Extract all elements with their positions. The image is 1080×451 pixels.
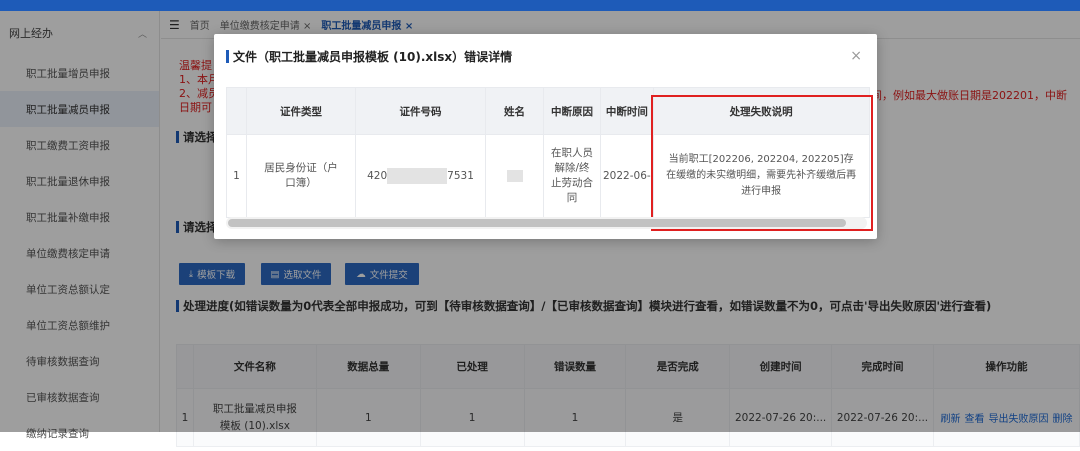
top-bar xyxy=(0,0,1080,11)
table-header xyxy=(226,87,247,135)
table-header: 中断原因 xyxy=(543,87,601,135)
horizontal-scrollbar[interactable] xyxy=(226,217,867,229)
error-detail-modal: 文件（职工批量减员申报模板 (10).xlsx）错误详情 × 证件类型 证件号码… xyxy=(214,34,877,239)
table-header: 证件号码 xyxy=(355,87,486,135)
reason-cell: 在职人员解除/终止劳动合同 xyxy=(543,134,601,218)
highlight-box xyxy=(651,95,873,231)
redacted-block xyxy=(387,168,448,184)
table-header: 中断时间 xyxy=(600,87,654,135)
close-icon[interactable]: × xyxy=(850,48,862,64)
scrollbar-thumb[interactable] xyxy=(228,219,846,227)
table-header: 姓名 xyxy=(485,87,544,135)
modal-title: 文件（职工批量减员申报模板 (10).xlsx）错误详情 xyxy=(226,48,512,65)
id-number-cell: 420 7531 xyxy=(355,134,486,218)
redacted-block xyxy=(506,169,523,182)
id-type-cell: 居民身份证（户口簿） xyxy=(246,134,356,218)
time-cell: 2022-06- xyxy=(600,134,654,218)
row-index: 1 xyxy=(226,134,247,218)
id-suffix: 7531 xyxy=(447,170,474,182)
name-cell xyxy=(485,134,544,218)
table-header: 证件类型 xyxy=(246,87,356,135)
id-prefix: 420 xyxy=(367,170,388,182)
